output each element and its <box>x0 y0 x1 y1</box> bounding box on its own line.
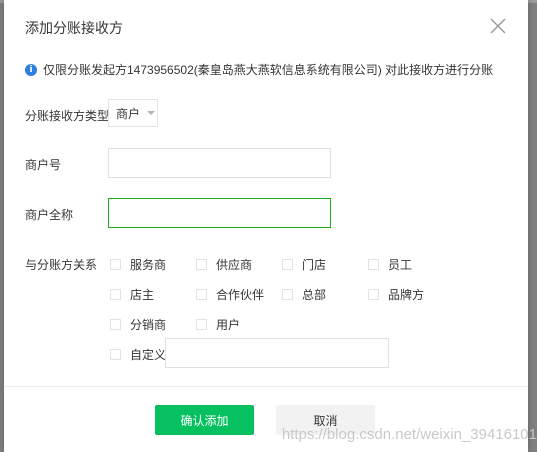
relation-checkbox-shop-owner[interactable]: 店主 <box>110 286 154 303</box>
relation-option-label: 品牌方 <box>388 288 425 302</box>
merchant-no-input[interactable] <box>109 149 330 177</box>
background-edge-left <box>0 140 2 156</box>
relation-checkbox-custom[interactable]: 自定义 <box>110 346 166 363</box>
relation-checkbox-service-provider[interactable]: 服务商 <box>110 256 166 273</box>
relation-option-label: 服务商 <box>130 258 167 272</box>
notice-text: 仅限分账发起方1473956502(秦皇岛燕大燕软信息系统有限公司) 对此接收方… <box>43 63 494 77</box>
type-select-value: 商户 <box>116 106 141 121</box>
merchant-name-label: 商户全称 <box>25 208 74 222</box>
add-receiver-dialog: 添加分账接收方 i 仅限分账发起方1473956502(秦皇岛燕大燕软信息系统有… <box>4 0 528 452</box>
checkbox-box[interactable] <box>196 319 207 330</box>
close-icon[interactable] <box>488 16 508 36</box>
type-label: 分账接收方类型 <box>25 109 110 123</box>
relation-option-label: 供应商 <box>216 258 253 272</box>
checkbox-box[interactable] <box>110 319 121 330</box>
relation-option-label: 自定义 <box>130 348 167 362</box>
relation-option-label: 用户 <box>216 318 241 332</box>
footer-divider <box>4 386 528 387</box>
caret-down-icon <box>147 111 156 115</box>
relation-option-label: 店主 <box>130 288 155 302</box>
checkbox-box[interactable] <box>282 289 293 300</box>
checkbox-box[interactable] <box>110 349 121 360</box>
relation-checkbox-distributor[interactable]: 分销商 <box>110 316 166 333</box>
relation-checkbox-user[interactable]: 用户 <box>196 316 240 333</box>
relation-checkbox-headquarters[interactable]: 总部 <box>282 286 326 303</box>
checkbox-box[interactable] <box>282 259 293 270</box>
custom-relation-input[interactable] <box>166 339 388 367</box>
merchant-name-field[interactable] <box>108 198 331 228</box>
relation-checkbox-store[interactable]: 门店 <box>282 256 326 273</box>
watermark: https://blog.csdn.net/weixin_39416101 <box>281 426 537 443</box>
confirm-add-button[interactable]: 确认添加 <box>155 405 254 435</box>
relation-checkbox-supplier[interactable]: 供应商 <box>196 256 252 273</box>
type-select[interactable]: 商户 <box>108 99 158 127</box>
relation-option-label: 总部 <box>302 288 327 302</box>
checkbox-box[interactable] <box>110 259 121 270</box>
checkbox-box[interactable] <box>110 289 121 300</box>
merchant-no-label: 商户号 <box>25 158 62 172</box>
relation-checkbox-employee[interactable]: 员工 <box>368 256 412 273</box>
checkbox-box[interactable] <box>196 289 207 300</box>
background-edge-right <box>527 140 537 156</box>
relation-option-label: 员工 <box>388 258 413 272</box>
relation-option-label: 分销商 <box>130 318 167 332</box>
checkbox-box[interactable] <box>196 259 207 270</box>
info-icon: i <box>25 63 37 76</box>
merchant-no-field[interactable] <box>108 148 331 178</box>
relation-checkbox-brand[interactable]: 品牌方 <box>368 286 424 303</box>
checkbox-box[interactable] <box>368 259 379 270</box>
relation-label: 与分账方关系 <box>25 258 98 272</box>
notice: i 仅限分账发起方1473956502(秦皇岛燕大燕软信息系统有限公司) 对此接… <box>25 61 493 78</box>
dialog-title: 添加分账接收方 <box>25 20 123 36</box>
custom-relation-field[interactable] <box>165 338 389 368</box>
relation-option-label: 合作伙伴 <box>216 288 265 302</box>
relation-option-label: 门店 <box>302 258 327 272</box>
merchant-name-input[interactable] <box>109 199 330 227</box>
checkbox-box[interactable] <box>368 289 379 300</box>
relation-checkbox-partner[interactable]: 合作伙伴 <box>196 286 264 303</box>
